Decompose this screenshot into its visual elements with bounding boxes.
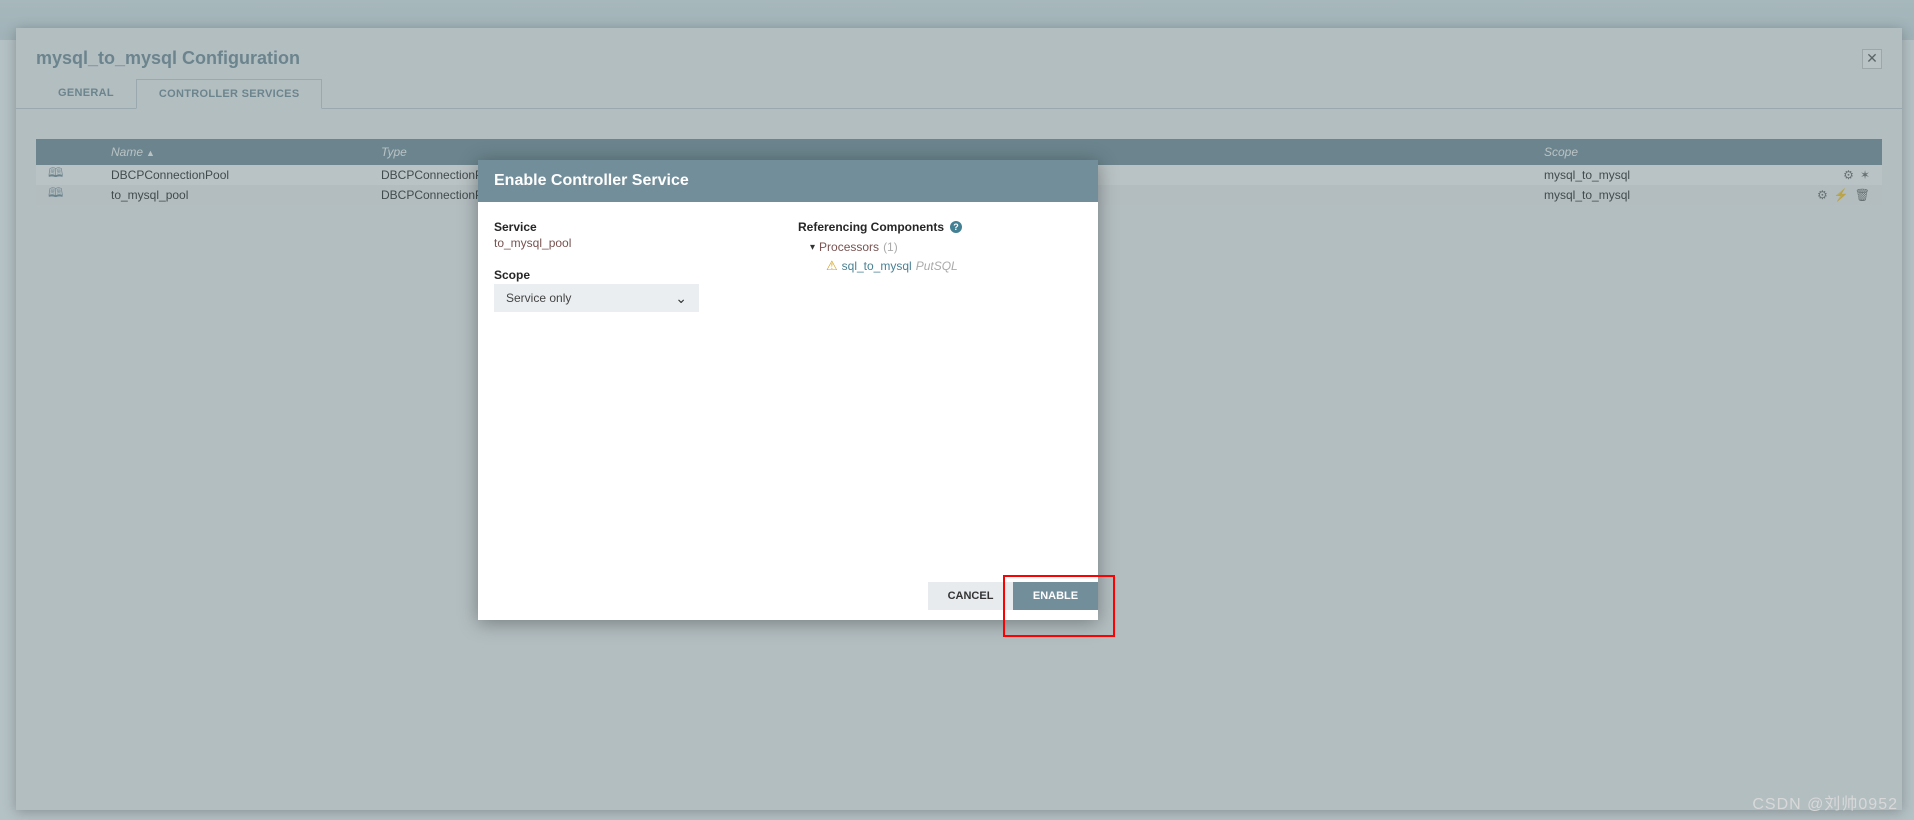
ref-components-label: Referencing Components [798, 220, 944, 234]
component-type: PutSQL [916, 259, 958, 273]
modal-title: Enable Controller Service [478, 160, 1098, 202]
help-icon[interactable]: ? [950, 221, 962, 233]
scope-label: Scope [494, 268, 778, 282]
service-value: to_mysql_pool [494, 236, 778, 250]
scope-select[interactable]: Service only ⌄ [494, 284, 699, 312]
caret-down-icon[interactable]: ▾ [810, 242, 815, 253]
processors-count: (1) [883, 240, 898, 254]
processors-group[interactable]: Processors [819, 240, 879, 254]
component-link[interactable]: sql_to_mysql [842, 259, 912, 273]
enable-controller-modal: Enable Controller Service Service to_mys… [478, 160, 1098, 620]
enable-button[interactable]: ENABLE [1013, 582, 1098, 610]
service-label: Service [494, 220, 778, 234]
warning-icon: ⚠ [826, 258, 838, 274]
cancel-button[interactable]: CANCEL [928, 582, 1013, 610]
watermark: CSDN @刘帅0952 [1752, 790, 1898, 814]
chevron-down-icon: ⌄ [675, 290, 687, 307]
scope-selected: Service only [506, 291, 571, 305]
